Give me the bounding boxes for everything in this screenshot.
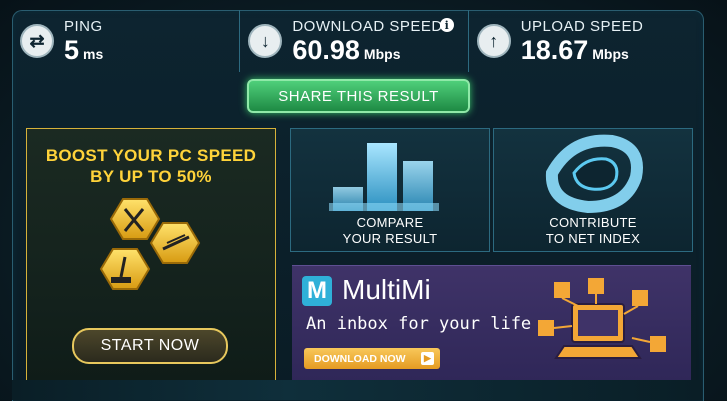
download-now-button[interactable]: DOWNLOAD NOW ▶ [304, 348, 440, 369]
boost-title: BOOST YOUR PC SPEED BY UP TO 50% [45, 146, 257, 186]
compare-result-panel[interactable]: COMPARE YOUR RESULT [290, 128, 490, 252]
ping-label: PING [64, 18, 103, 35]
download-arrow-icon: ↓ [248, 24, 283, 58]
ping-unit: ms [83, 46, 104, 62]
ad-brand-name: MultiMi [342, 274, 431, 305]
start-now-button[interactable]: START NOW [72, 328, 228, 364]
upload-arrow-icon: ↑ [476, 24, 511, 58]
ping-arrows-icon: ⇄ [20, 24, 54, 58]
contribute-label: CONTRIBUTE TO NET INDEX [545, 215, 641, 246]
compare-label: COMPARE YOUR RESULT [342, 215, 438, 246]
multimi-ad-banner[interactable]: M MultiMi An inbox for your life DOWNLOA… [292, 265, 691, 381]
share-result-button[interactable]: SHARE THIS RESULT [247, 79, 470, 113]
download-stat: ↓ DOWNLOAD SPEED 60.98 Mbps i [239, 10, 467, 72]
upload-unit: Mbps [592, 46, 629, 62]
ad-tagline: An inbox for your life [306, 314, 532, 334]
net-index-icon [545, 134, 643, 213]
play-arrow-icon: ▶ [421, 352, 434, 365]
bar-chart-icon [329, 143, 439, 211]
contribute-net-index-panel[interactable]: CONTRIBUTE TO NET INDEX [493, 128, 693, 252]
upload-value: 18.67 [520, 35, 589, 65]
ping-value: 5 [64, 35, 80, 65]
upload-stat: ↑ UPLOAD SPEED 18.67 Mbps [467, 10, 702, 72]
background-grid [12, 380, 702, 400]
hexagon-tools-icon [99, 198, 201, 290]
ping-stat: ⇄ PING 5 ms [12, 10, 239, 72]
inbox-network-icon [538, 278, 666, 359]
download-label: DOWNLOAD SPEED [292, 18, 443, 35]
upload-label: UPLOAD SPEED [520, 18, 644, 35]
download-unit: Mbps [363, 46, 401, 62]
download-value: 60.98 [292, 35, 360, 65]
info-icon[interactable]: i [439, 18, 454, 32]
stats-bar: ⇄ PING 5 ms ↓ DOWNLOAD SPEED 60.98 Mbps i … [12, 10, 702, 72]
multimi-logo-icon: M [302, 276, 332, 306]
